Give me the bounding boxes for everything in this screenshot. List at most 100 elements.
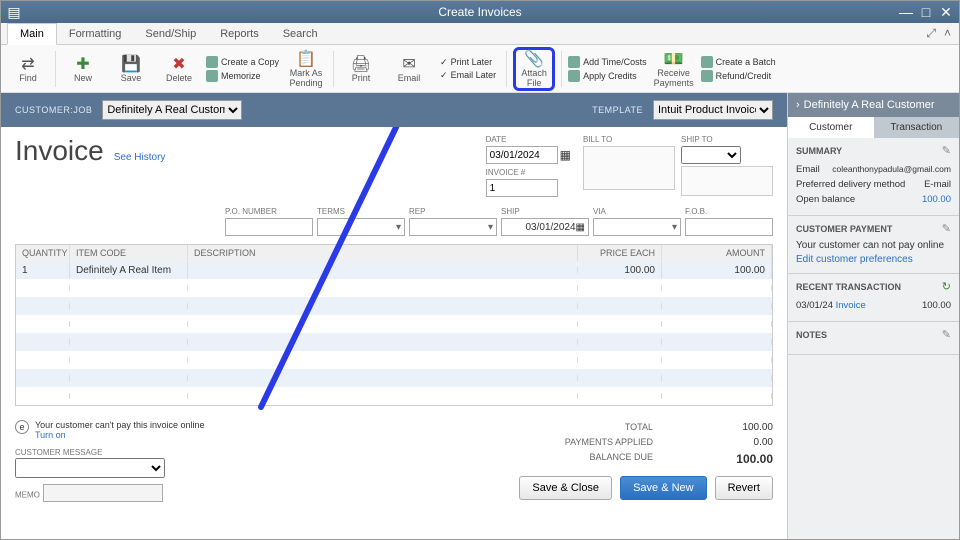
side-tab-transaction[interactable]: Transaction	[874, 117, 960, 138]
batch-icon	[701, 56, 713, 68]
customer-job-select[interactable]: Definitely A Real Customer	[102, 100, 242, 120]
check-icon: ✓	[440, 57, 448, 68]
template-select[interactable]: Intuit Product Invoice	[653, 100, 773, 120]
edit-summary-icon[interactable]: ✎	[942, 144, 951, 157]
invoice-no-label: INVOICE #	[486, 168, 571, 177]
ship-to-select[interactable]	[681, 146, 741, 164]
save-button[interactable]: 💾 Save	[110, 47, 152, 91]
email-later-checkbox[interactable]: ✓Email Later	[440, 70, 496, 81]
table-row[interactable]	[16, 351, 772, 369]
revert-button[interactable]: Revert	[715, 476, 773, 500]
delete-button[interactable]: ✖ Delete	[158, 47, 200, 91]
recent-invoice-link[interactable]: Invoice	[836, 300, 866, 311]
main-panel: CUSTOMER:JOB Definitely A Real Customer …	[1, 93, 787, 539]
total-label: TOTAL	[533, 422, 653, 433]
date-input[interactable]	[486, 146, 558, 164]
apply-credits-button[interactable]: Apply Credits	[568, 70, 647, 82]
invoice-no-input[interactable]	[486, 179, 558, 197]
find-button[interactable]: ⇄ Find	[7, 47, 49, 91]
pay-online-text: Your customer can't pay this invoice onl…	[35, 420, 204, 430]
customer-message-label: CUSTOMER MESSAGE	[15, 448, 102, 457]
side-tab-customer[interactable]: Customer	[788, 117, 874, 138]
tab-reports[interactable]: Reports	[208, 24, 271, 44]
new-button[interactable]: ✚ New	[62, 47, 104, 91]
notes-heading: NOTES	[796, 330, 951, 340]
pending-icon: 📋	[296, 49, 316, 69]
open-balance-link[interactable]: 100.00	[922, 194, 951, 205]
edit-notes-icon[interactable]: ✎	[942, 328, 951, 341]
tab-formatting[interactable]: Formatting	[57, 24, 134, 44]
collapse-icon[interactable]: ˄	[944, 26, 951, 41]
summary-heading: SUMMARY	[796, 146, 951, 156]
attach-icon: 📎	[524, 49, 544, 69]
receive-payments-button[interactable]: 💵 Receive Payments	[653, 47, 695, 91]
ship-to-box[interactable]	[681, 166, 773, 196]
col-price-each: PRICE EACH	[578, 245, 662, 261]
side-panel: ›Definitely A Real Customer Customer Tra…	[787, 93, 959, 539]
customer-message-select[interactable]	[15, 458, 165, 478]
tab-main[interactable]: Main	[7, 23, 57, 45]
attach-file-button[interactable]: 📎 Attach File	[513, 47, 555, 91]
create-copy-button[interactable]: Create a Copy	[206, 56, 279, 68]
payments-value: 0.00	[693, 437, 773, 448]
save-icon: 💾	[121, 54, 141, 74]
edit-preferences-link[interactable]: Edit customer preferences	[796, 254, 913, 265]
ribbon-tabs: Main Formatting Send/Ship Reports Search…	[1, 23, 959, 45]
turn-on-link[interactable]: Turn on	[35, 430, 66, 440]
save-close-button[interactable]: Save & Close	[519, 476, 612, 500]
invoice-title: Invoice	[15, 135, 104, 167]
copy-icon	[206, 56, 218, 68]
context-bar: CUSTOMER:JOB Definitely A Real Customer …	[1, 93, 787, 127]
fullscreen-icon[interactable]: ⤢	[926, 26, 936, 41]
table-row[interactable]	[16, 387, 772, 405]
mark-pending-button[interactable]: 📋 Mark As Pending	[285, 47, 327, 91]
memo-input[interactable]	[43, 484, 163, 502]
create-batch-button[interactable]: Create a Batch	[701, 56, 776, 68]
calendar-icon[interactable]: ▦	[576, 222, 585, 233]
edit-payment-icon[interactable]: ✎	[942, 222, 951, 235]
app-menu-icon[interactable]: ▤	[7, 5, 21, 19]
via-select[interactable]: ▾	[593, 218, 681, 236]
rep-label: REP	[409, 207, 497, 216]
rep-select[interactable]: ▾	[409, 218, 497, 236]
maximize-icon[interactable]: □	[919, 5, 933, 19]
table-row[interactable]	[16, 297, 772, 315]
table-row[interactable]	[16, 369, 772, 387]
memorize-icon	[206, 70, 218, 82]
print-button[interactable]: 🖨 Print	[340, 47, 382, 91]
table-row[interactable]: 1Definitely A Real Item100.00100.00	[16, 261, 772, 279]
see-history-link[interactable]: See History	[114, 152, 166, 163]
tab-search[interactable]: Search	[271, 24, 330, 44]
line-items-grid: QUANTITY ITEM CODE DESCRIPTION PRICE EAC…	[15, 244, 773, 406]
table-row[interactable]	[16, 333, 772, 351]
po-input[interactable]	[225, 218, 313, 236]
terms-label: TERMS	[317, 207, 405, 216]
check-icon: ✓	[440, 70, 448, 81]
bill-to-box[interactable]	[583, 146, 675, 190]
recent-trans-icon[interactable]: ↻	[942, 280, 951, 293]
calendar-icon[interactable]: ▦	[560, 148, 571, 162]
total-value: 100.00	[693, 422, 773, 433]
table-row[interactable]	[16, 315, 772, 333]
email-button[interactable]: ✉ Email	[388, 47, 430, 91]
tab-sendship[interactable]: Send/Ship	[133, 24, 208, 44]
print-later-checkbox[interactable]: ✓Print Later	[440, 57, 496, 68]
terms-select[interactable]: ▾	[317, 218, 405, 236]
arrows-icon: ⇄	[21, 54, 34, 74]
ship-date-input[interactable]: 03/01/2024 ▦	[501, 218, 589, 236]
close-icon[interactable]: ✕	[939, 5, 953, 19]
balance-label: BALANCE DUE	[533, 452, 653, 466]
add-time-button[interactable]: Add Time/Costs	[568, 56, 647, 68]
table-row[interactable]	[16, 279, 772, 297]
col-amount: AMOUNT	[662, 245, 772, 261]
payments-label: PAYMENTS APPLIED	[533, 437, 653, 448]
email-icon: ✉	[402, 54, 415, 74]
col-quantity: QUANTITY	[16, 245, 70, 261]
refund-credit-button[interactable]: Refund/Credit	[701, 70, 776, 82]
memorize-button[interactable]: Memorize	[206, 70, 279, 82]
side-customer-header[interactable]: ›Definitely A Real Customer	[788, 93, 959, 117]
minimize-icon[interactable]: —	[899, 5, 913, 19]
po-label: P.O. NUMBER	[225, 207, 313, 216]
save-new-button[interactable]: Save & New	[620, 476, 707, 500]
fob-input[interactable]	[685, 218, 773, 236]
